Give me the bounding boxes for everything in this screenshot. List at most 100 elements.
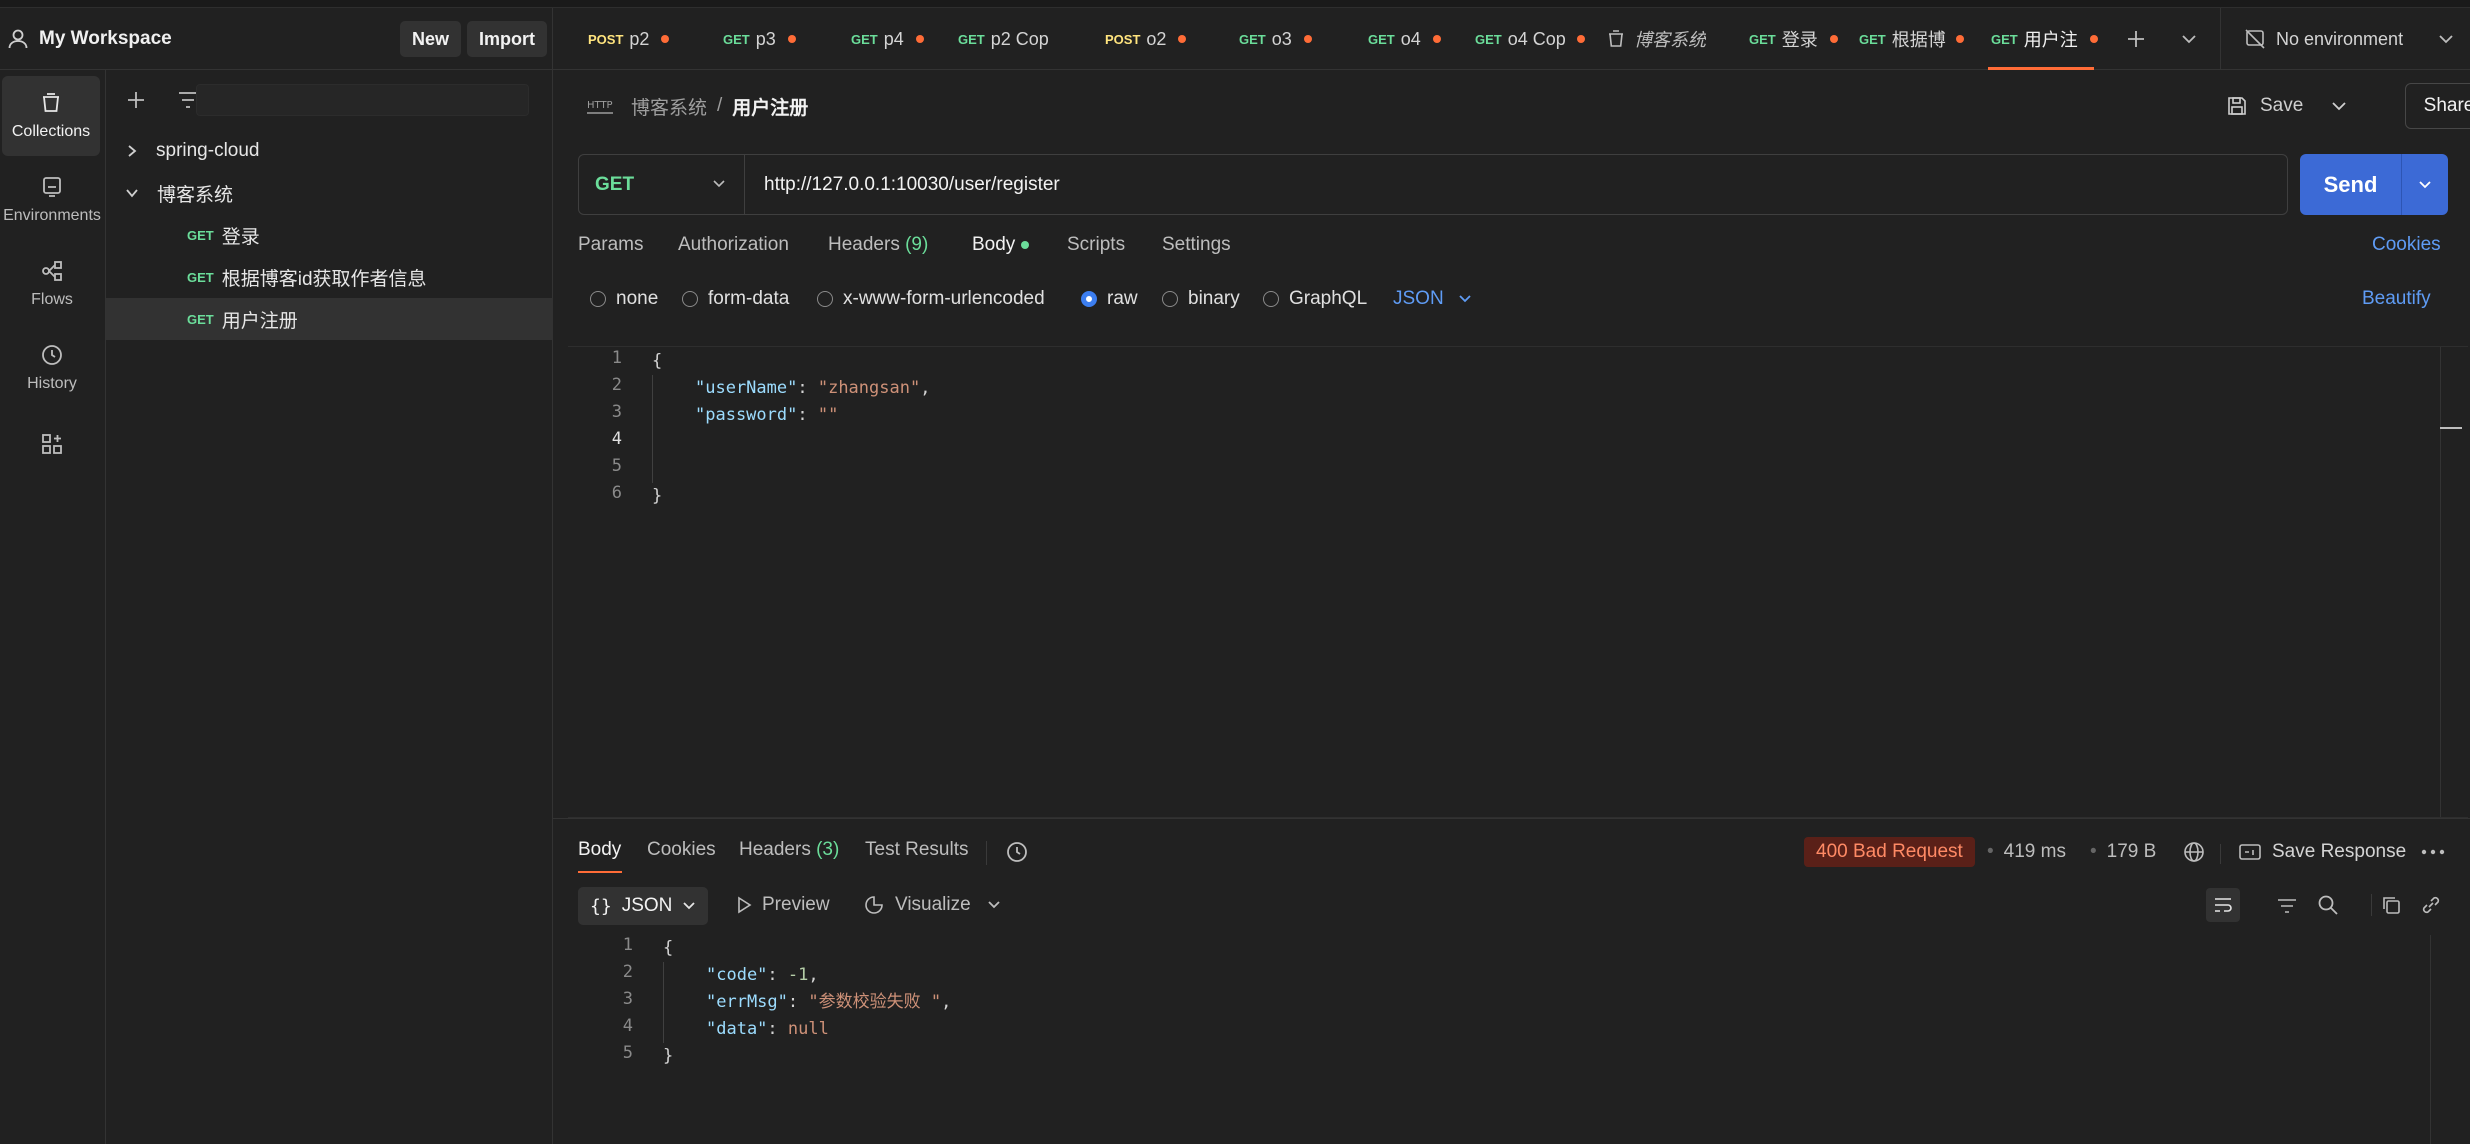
tab-p2[interactable]: POST p2 — [588, 8, 670, 70]
request-name[interactable]: 用户注册 — [732, 93, 808, 120]
tab-headers[interactable]: Headers (9) — [828, 234, 928, 256]
sidebar-search-input[interactable] — [196, 84, 529, 116]
search-icon[interactable] — [2317, 894, 2339, 916]
tab-body[interactable]: Body — [972, 234, 1030, 256]
tab-p3[interactable]: GET p3 — [723, 8, 796, 70]
tab-o3[interactable]: GET o3 — [1239, 8, 1312, 70]
copy-icon[interactable] — [2380, 894, 2402, 916]
raw-format-select[interactable]: JSON — [1393, 288, 1472, 310]
chevron-down-icon[interactable] — [987, 900, 1001, 910]
tab-o4-copy[interactable]: GET o4 Cop — [1475, 8, 1585, 70]
radio-x-www-form-urlencoded[interactable]: x-www-form-urlencoded — [817, 288, 1045, 310]
environments-icon — [43, 177, 61, 197]
filter-icon[interactable] — [2276, 896, 2298, 916]
import-button[interactable]: Import — [467, 21, 547, 57]
response-body-viewer[interactable]: 1 2 3 4 5 { "code": -1, "errMsg": "参数校验失… — [568, 935, 2468, 1144]
rail-add-apps[interactable] — [0, 418, 104, 478]
response-tab-cookies[interactable]: Cookies — [647, 839, 716, 861]
wrap-lines-icon — [2215, 898, 2232, 912]
radio-graphql[interactable]: GraphQL — [1263, 288, 1367, 310]
tabs-dropdown-chevron-icon[interactable] — [2181, 33, 2197, 45]
rail-collections[interactable]: Collections — [2, 76, 100, 156]
line-number: 1 — [622, 935, 633, 955]
method-badge: GET — [187, 269, 214, 285]
tree-folder-spring-cloud[interactable]: spring-cloud — [106, 130, 553, 172]
send-options-button[interactable] — [2401, 154, 2448, 215]
save-response-button[interactable]: Save Response — [2238, 837, 2406, 867]
tab-settings[interactable]: Settings — [1162, 234, 1231, 256]
method-badge: GET — [187, 227, 214, 243]
tab-authorization[interactable]: Authorization — [678, 234, 789, 256]
workspace-title[interactable]: My Workspace — [39, 28, 172, 50]
rail-environments[interactable]: Environments — [0, 160, 104, 240]
chevron-down-icon[interactable] — [125, 187, 139, 199]
more-options-icon[interactable] — [2421, 849, 2445, 855]
response-tab-body[interactable]: Body — [578, 839, 621, 861]
line-number: 1 — [611, 348, 622, 368]
code-line-password: "password": "" — [695, 405, 839, 425]
divider — [2371, 894, 2372, 916]
response-tab-test-results[interactable]: Test Results — [865, 839, 968, 861]
request-body-editor[interactable]: 1 2 3 4 5 6 { "userName": "zhangsan", "p… — [568, 346, 2468, 818]
radio-binary[interactable]: binary — [1162, 288, 1240, 310]
new-tab-plus-icon[interactable] — [2125, 28, 2147, 50]
unsaved-dot — [2089, 35, 2098, 43]
tab-params[interactable]: Params — [578, 234, 643, 256]
status-badge[interactable]: 400 Bad Request — [1804, 837, 1975, 867]
code-line-data: "data": null — [706, 1019, 829, 1039]
tab-o4[interactable]: GET o4 — [1368, 8, 1441, 70]
save-button[interactable]: Save — [2226, 88, 2347, 124]
tab-p4[interactable]: GET p4 — [851, 8, 924, 70]
radio-form-data[interactable]: form-data — [682, 288, 789, 310]
history-icon[interactable] — [1005, 840, 1029, 864]
tab-author-info[interactable]: GET 根据博 — [1859, 8, 1984, 70]
response-format-select[interactable]: {} JSON — [578, 887, 708, 925]
tab-o2[interactable]: POST o2 — [1105, 8, 1187, 70]
tree-request-author-info[interactable]: GET 根据博客id获取作者信息 — [106, 256, 553, 298]
wrap-lines-button[interactable] — [2206, 888, 2240, 922]
method-select[interactable]: GET — [579, 155, 745, 214]
response-size[interactable]: • 179 B — [2090, 837, 2156, 867]
rail-flows[interactable]: Flows — [0, 244, 104, 324]
beautify-link[interactable]: Beautify — [2362, 288, 2431, 310]
plus-icon[interactable] — [125, 89, 147, 111]
tab-scripts[interactable]: Scripts — [1067, 234, 1125, 256]
editor-scroll-marker[interactable] — [2440, 427, 2462, 429]
user-icon[interactable] — [6, 27, 30, 51]
new-button[interactable]: New — [400, 21, 462, 57]
code-line-code: "code": -1, — [706, 965, 819, 985]
tab-register[interactable]: GET 用户注 — [1991, 8, 2098, 70]
tab-blog-collection[interactable]: 博客系统 — [1606, 8, 1706, 70]
tab-p2-copy[interactable]: GET p2 Cop — [958, 8, 1063, 70]
visualize-button[interactable]: Visualize — [863, 894, 1001, 916]
chevron-down-icon — [1459, 295, 1471, 303]
chevron-right-icon[interactable] — [126, 144, 138, 158]
braces-icon: {} — [590, 895, 612, 917]
save-response-icon — [2239, 844, 2261, 860]
globe-icon[interactable] — [2182, 840, 2206, 864]
cookies-link[interactable]: Cookies — [2372, 234, 2441, 256]
response-time[interactable]: • 419 ms — [1987, 837, 2066, 867]
unsaved-dot — [661, 35, 670, 43]
chevron-down-icon[interactable] — [2331, 100, 2347, 112]
line-number: 3 — [611, 402, 622, 422]
radio-raw[interactable]: raw — [1081, 288, 1138, 310]
environment-selector[interactable]: No environment — [2220, 8, 2470, 70]
tab-login[interactable]: GET 登录 — [1749, 8, 1838, 70]
share-button[interactable]: Share — [2405, 83, 2470, 129]
left-rail: Collections Environments Flows History — [0, 70, 106, 1144]
preview-button[interactable]: Preview — [736, 894, 830, 916]
tree-folder-blog[interactable]: 博客系统 — [106, 172, 553, 214]
link-icon[interactable] — [2420, 894, 2442, 916]
url-input[interactable]: http://127.0.0.1:10030/user/register — [764, 155, 1060, 214]
radio-none[interactable]: none — [590, 288, 658, 310]
unsaved-dot — [1577, 35, 1585, 43]
rail-history[interactable]: History — [0, 328, 104, 408]
breadcrumb-parent[interactable]: 博客系统 — [631, 93, 707, 120]
tree-request-login[interactable]: GET 登录 — [106, 214, 553, 256]
tree-request-register[interactable]: GET 用户注册 — [106, 298, 553, 340]
send-button[interactable]: Send — [2300, 154, 2401, 215]
response-tab-headers[interactable]: Headers (3) — [739, 839, 839, 861]
tree-label: 博客系统 — [157, 184, 234, 206]
line-number: 2 — [622, 962, 633, 982]
